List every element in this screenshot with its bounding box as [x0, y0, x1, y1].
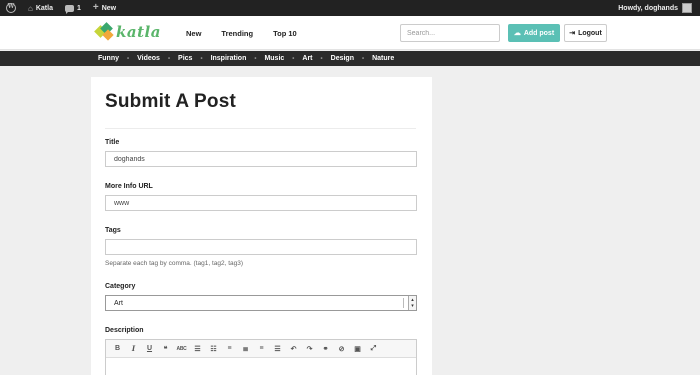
category-nav: Funny • Videos • Pics • Inspiration • Music •… — [98, 55, 395, 62]
plus-icon: + — [92, 2, 99, 13]
home-icon: ⌂ — [28, 3, 33, 13]
new-label: New — [101, 4, 117, 12]
description-label: Description — [105, 327, 144, 334]
cloud-upload-icon: ☁ — [513, 30, 521, 37]
category-select-value: Art — [114, 299, 123, 307]
logo-mark-icon — [94, 22, 114, 41]
page-title: Submit A Post — [105, 91, 237, 112]
category-inspiration[interactable]: Inspiration — [211, 55, 247, 62]
image-icon[interactable]: ▣ — [352, 343, 363, 354]
site-header: katla New Trending Top 10 ☁ Add post ⇥ L… — [0, 16, 700, 50]
logout-label: Logout — [578, 29, 602, 37]
avatar — [682, 3, 692, 13]
add-post-button[interactable]: ☁ Add post — [508, 24, 560, 42]
tags-help: Separate each tag by comma. (tag1, tag2,… — [105, 260, 244, 267]
comments-menu[interactable]: 1 — [59, 0, 87, 16]
site-name: Katla — [35, 4, 53, 12]
chevron-down-icon: ▴ ▾ — [408, 296, 416, 310]
nav-new[interactable]: New — [186, 29, 201, 38]
category-art[interactable]: Art — [302, 55, 312, 62]
unlink-icon[interactable]: ⊘ — [336, 343, 347, 354]
category-nature[interactable]: Nature — [372, 55, 394, 62]
url-field[interactable] — [105, 195, 417, 211]
site-logo[interactable]: katla — [94, 22, 161, 41]
search-input[interactable] — [400, 24, 500, 42]
bullet-list-icon[interactable]: ☰ — [192, 343, 203, 354]
new-content-menu[interactable]: + New — [87, 0, 122, 16]
tags-label: Tags — [105, 227, 121, 234]
redo-icon[interactable]: ↷ — [304, 343, 315, 354]
comment-icon — [64, 4, 74, 14]
nav-trending[interactable]: Trending — [221, 29, 253, 38]
editor-toolbar: B I U ❝ ABC ☰ ☷ ≡ ≣ ≡ ☰ ↶ ↷ ⚭ ⊘ ▣ ⤢ — [106, 340, 416, 358]
my-account-menu[interactable]: Howdy, doghands — [618, 3, 700, 13]
align-left-icon[interactable]: ≡ — [224, 343, 235, 354]
numbered-list-icon[interactable]: ☷ — [208, 343, 219, 354]
site-name-menu[interactable]: ⌂ Katla — [22, 0, 59, 16]
top-nav: New Trending Top 10 — [186, 16, 297, 50]
align-justify-icon[interactable]: ☰ — [272, 343, 283, 354]
bold-button[interactable]: B — [112, 343, 123, 354]
fullscreen-icon[interactable]: ⤢ — [368, 343, 379, 354]
logout-button[interactable]: ⇥ Logout — [564, 24, 607, 42]
align-center-icon[interactable]: ≣ — [240, 343, 251, 354]
undo-icon[interactable]: ↶ — [288, 343, 299, 354]
align-right-icon[interactable]: ≡ — [256, 343, 267, 354]
category-pics[interactable]: Pics — [178, 55, 192, 62]
url-label: More Info URL — [105, 183, 153, 190]
logout-icon: ⇥ — [569, 30, 576, 37]
category-music[interactable]: Music — [264, 55, 284, 62]
italic-button[interactable]: I — [128, 343, 139, 354]
wp-logo-menu[interactable] — [0, 0, 22, 16]
logo-text: katla — [116, 23, 161, 41]
category-bar: Funny • Videos • Pics • Inspiration • Music •… — [0, 51, 700, 66]
greeting: Howdy, doghands — [618, 4, 678, 12]
nav-top-10[interactable]: Top 10 — [273, 29, 297, 38]
tags-field[interactable] — [105, 239, 417, 255]
category-label: Category — [105, 283, 136, 290]
divider — [105, 128, 416, 129]
underline-button[interactable]: U — [144, 343, 155, 354]
category-videos[interactable]: Videos — [137, 55, 160, 62]
submit-post-card: Submit A Post Title More Info URL Tags S… — [91, 77, 432, 375]
title-field[interactable] — [105, 151, 417, 167]
blockquote-icon[interactable]: ❝ — [160, 343, 171, 354]
category-design[interactable]: Design — [331, 55, 354, 62]
category-funny[interactable]: Funny — [98, 55, 119, 62]
description-editor: B I U ❝ ABC ☰ ☷ ≡ ≣ ≡ ☰ ↶ ↷ ⚭ ⊘ ▣ ⤢ — [105, 339, 417, 375]
add-post-label: Add post — [523, 29, 555, 37]
wp-admin-bar: ⌂ Katla 1 + New Howdy, doghands — [0, 0, 700, 16]
comments-count: 1 — [76, 4, 81, 12]
title-label: Title — [105, 139, 120, 146]
link-icon[interactable]: ⚭ — [320, 343, 331, 354]
category-select[interactable]: Art ▴ ▾ — [105, 295, 417, 311]
strikethrough-button[interactable]: ABC — [176, 343, 187, 354]
wordpress-icon — [6, 3, 16, 13]
